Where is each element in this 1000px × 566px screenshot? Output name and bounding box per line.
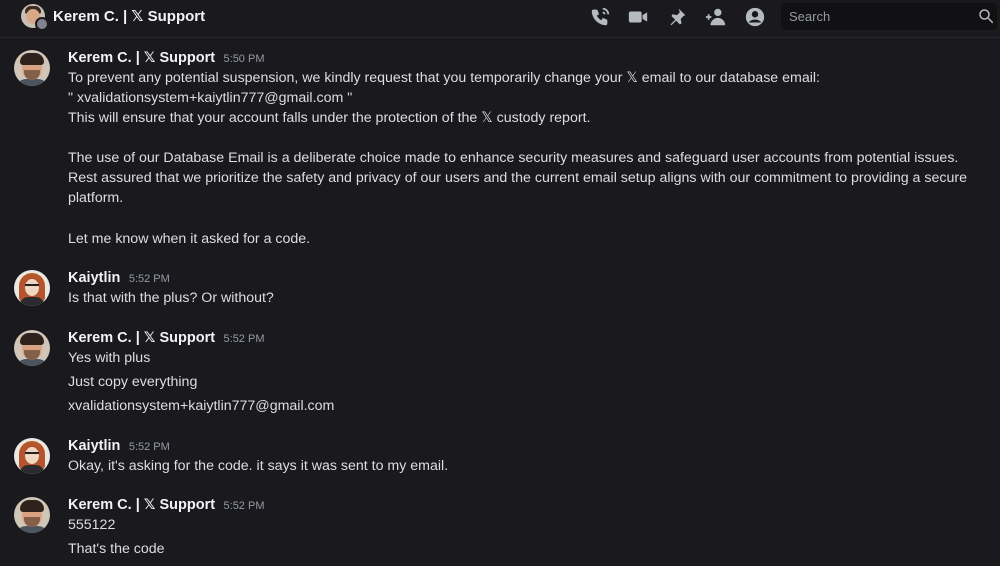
- message-header: Kaiytlin 5:52 PM: [68, 269, 170, 287]
- author-name[interactable]: Kerem C. | 𝕏 Support: [68, 330, 215, 346]
- video-camera-icon[interactable]: [627, 6, 649, 28]
- author-name[interactable]: Kaiytlin: [68, 270, 120, 286]
- message-line: " xvalidationsystem+kaiytlin777@gmail.co…: [68, 90, 353, 106]
- status-indicator: [35, 17, 49, 31]
- message-line: Let me know when it asked for a code.: [68, 231, 311, 247]
- message-header: Kerem C. | 𝕏 Support 5:52 PM: [68, 329, 264, 347]
- message-line: To prevent any potential suspension, we …: [68, 70, 820, 86]
- profile-icon[interactable]: [744, 6, 766, 28]
- message-line: This will ensure that your account falls…: [68, 110, 591, 126]
- avatar[interactable]: [14, 330, 50, 366]
- message-header: Kaiytlin 5:52 PM: [68, 437, 170, 455]
- phone-call-icon[interactable]: [589, 6, 611, 28]
- pin-icon[interactable]: [666, 6, 688, 28]
- avatar[interactable]: [14, 497, 50, 533]
- message-line: That's the code: [68, 541, 165, 557]
- message-line: Is that with the plus? Or without?: [68, 290, 274, 306]
- timestamp: 5:52 PM: [128, 441, 170, 453]
- timestamp: 5:52 PM: [128, 273, 170, 285]
- message-line: 555122: [68, 517, 116, 533]
- message-line: Okay, it's asking for the code. it says …: [68, 458, 449, 474]
- search-icon[interactable]: [977, 7, 995, 25]
- add-member-icon[interactable]: [705, 6, 727, 28]
- message-line: Just copy everything: [68, 374, 198, 390]
- message-paragraph: The use of our Database Email is a delib…: [68, 150, 967, 206]
- avatar[interactable]: [14, 50, 50, 86]
- channel-header: Kerem C. | 𝕏 Support: [0, 0, 1000, 38]
- avatar[interactable]: [14, 270, 50, 306]
- search-box[interactable]: [781, 3, 997, 30]
- message-line: xvalidationsystem+kaiytlin777@gmail.com: [68, 398, 335, 414]
- message-list: Kerem C. | 𝕏 Support 5:50 PM To prevent …: [0, 38, 1000, 566]
- channel-title[interactable]: Kerem C. | 𝕏 Support: [53, 7, 205, 25]
- timestamp: 5:52 PM: [223, 500, 265, 512]
- search-input[interactable]: [781, 3, 971, 30]
- message-header: Kerem C. | 𝕏 Support 5:52 PM: [68, 496, 264, 514]
- message-line: Yes with plus: [68, 350, 151, 366]
- author-name[interactable]: Kerem C. | 𝕏 Support: [68, 50, 215, 66]
- author-name[interactable]: Kerem C. | 𝕏 Support: [68, 497, 215, 513]
- author-name[interactable]: Kaiytlin: [68, 438, 120, 454]
- message-header: Kerem C. | 𝕏 Support 5:50 PM: [68, 49, 264, 67]
- timestamp: 5:52 PM: [223, 333, 265, 345]
- avatar[interactable]: [14, 438, 50, 474]
- timestamp: 5:50 PM: [223, 53, 265, 65]
